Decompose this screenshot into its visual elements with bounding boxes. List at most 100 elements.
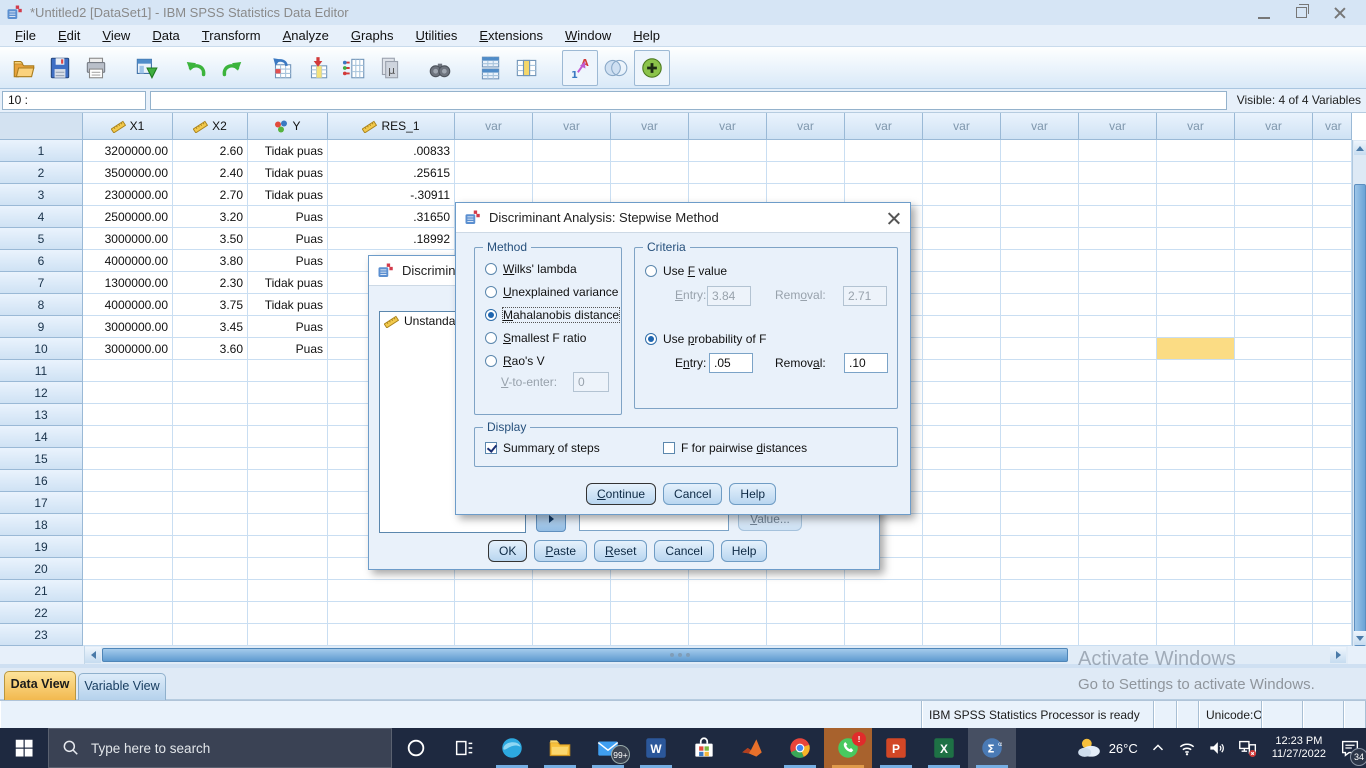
grid-cell[interactable] xyxy=(1001,426,1079,448)
taskbar-powerpoint-icon[interactable]: P xyxy=(872,728,920,768)
grid-cell[interactable] xyxy=(1001,602,1079,624)
grid-cell[interactable] xyxy=(455,140,533,162)
row-header[interactable]: 15 xyxy=(0,448,83,470)
grid-cell[interactable] xyxy=(1079,536,1157,558)
grid-cell[interactable] xyxy=(248,514,328,536)
f-removal-field[interactable]: 2.71 xyxy=(843,286,887,306)
row-header[interactable]: 4 xyxy=(0,206,83,228)
grid-cell[interactable] xyxy=(611,624,689,646)
radio-unexplained-variance[interactable]: Unexplained variance xyxy=(485,285,618,299)
grid-cell[interactable] xyxy=(1235,206,1313,228)
grid-cell[interactable]: 3.20 xyxy=(173,206,248,228)
grid-cell[interactable] xyxy=(767,162,845,184)
grid-cell[interactable] xyxy=(533,580,611,602)
grid-cell[interactable]: 4000000.00 xyxy=(83,250,173,272)
grid-cell[interactable] xyxy=(923,162,1001,184)
taskbar-explorer-icon[interactable] xyxy=(536,728,584,768)
column-header-var[interactable]: var xyxy=(767,113,845,140)
checkbox-f-for-pairwise-distances[interactable]: F for pairwise distances xyxy=(663,441,807,455)
radio-use-probability-of-f[interactable]: Use probability of F xyxy=(645,332,766,346)
grid-cell[interactable] xyxy=(1001,294,1079,316)
help-button[interactable]: Help xyxy=(729,483,776,505)
grid-cell[interactable] xyxy=(1079,250,1157,272)
row-header[interactable]: 5 xyxy=(0,228,83,250)
grid-cell[interactable] xyxy=(1313,558,1352,580)
grid-cell[interactable]: .18992 xyxy=(328,228,455,250)
grid-cell[interactable] xyxy=(173,580,248,602)
grid-cell[interactable]: 2500000.00 xyxy=(83,206,173,228)
grid-cell[interactable]: Tidak puas xyxy=(248,184,328,206)
scroll-down-button[interactable] xyxy=(1354,631,1366,645)
row-header[interactable]: 23 xyxy=(0,624,83,646)
grid-cell[interactable] xyxy=(248,624,328,646)
row-header[interactable]: 2 xyxy=(0,162,83,184)
grid-cell[interactable] xyxy=(1001,338,1079,360)
grid-cell[interactable] xyxy=(83,470,173,492)
grid-cell[interactable] xyxy=(1001,470,1079,492)
chevron-up-icon[interactable] xyxy=(1144,728,1172,768)
vertical-scrollbar[interactable] xyxy=(1352,140,1366,646)
toolbar-print-icon[interactable] xyxy=(78,50,114,86)
row-header[interactable]: 13 xyxy=(0,404,83,426)
grid-cell[interactable]: 1300000.00 xyxy=(83,272,173,294)
grid-cell[interactable] xyxy=(1235,558,1313,580)
toolbar-descriptives-icon[interactable]: μ xyxy=(372,50,408,86)
radio-mahalanobis-distance[interactable]: Mahalanobis distance xyxy=(485,308,619,322)
grid-cell[interactable] xyxy=(1079,338,1157,360)
grid-cell[interactable] xyxy=(1079,624,1157,646)
cell-reference[interactable]: 10 : xyxy=(2,91,146,110)
grid-cell[interactable] xyxy=(1001,404,1079,426)
grid-cell[interactable] xyxy=(845,602,923,624)
grid-cell[interactable] xyxy=(1313,316,1352,338)
grid-cell[interactable] xyxy=(1235,250,1313,272)
tab-data-view[interactable]: Data View xyxy=(4,671,76,700)
row-header[interactable]: 20 xyxy=(0,558,83,580)
grid-cell[interactable] xyxy=(83,624,173,646)
grid-cell[interactable] xyxy=(248,404,328,426)
grid-cell[interactable] xyxy=(1157,140,1235,162)
grid-cell[interactable] xyxy=(1157,162,1235,184)
column-header-var[interactable]: var xyxy=(923,113,1001,140)
grid-cell[interactable] xyxy=(1157,316,1235,338)
grid-cell[interactable] xyxy=(1313,580,1352,602)
toolbar-recall-dialogs-icon[interactable] xyxy=(128,50,164,86)
taskbar-store-icon[interactable] xyxy=(680,728,728,768)
grid-cell[interactable]: 3.45 xyxy=(173,316,248,338)
row-header[interactable]: 12 xyxy=(0,382,83,404)
toolbar-insert-variable-icon[interactable] xyxy=(508,50,544,86)
grid-cell[interactable] xyxy=(1001,228,1079,250)
menu-help[interactable]: Help xyxy=(622,26,671,45)
grid-cell[interactable] xyxy=(173,360,248,382)
grid-cell[interactable] xyxy=(845,624,923,646)
start-button[interactable] xyxy=(0,728,48,768)
row-header[interactable]: 8 xyxy=(0,294,83,316)
grid-cell[interactable] xyxy=(1001,448,1079,470)
toolbar-variables-icon[interactable] xyxy=(336,50,372,86)
taskbar-whatsapp-icon[interactable]: ! xyxy=(824,728,872,768)
column-header-var[interactable]: var xyxy=(611,113,689,140)
grid-cell[interactable] xyxy=(248,382,328,404)
grid-cell[interactable] xyxy=(1313,382,1352,404)
grid-cell[interactable] xyxy=(248,492,328,514)
taskbar-spss-icon[interactable]: Σα xyxy=(968,728,1016,768)
volume-icon[interactable] xyxy=(1202,728,1232,768)
grid-cell[interactable] xyxy=(1157,206,1235,228)
grid-cell[interactable] xyxy=(1079,602,1157,624)
grid-cell[interactable] xyxy=(1313,140,1352,162)
grid-cell[interactable] xyxy=(248,360,328,382)
grid-cell[interactable] xyxy=(1001,382,1079,404)
cortana-button[interactable] xyxy=(392,728,440,768)
grid-cell[interactable] xyxy=(1313,470,1352,492)
grid-cell[interactable] xyxy=(1235,426,1313,448)
row-header[interactable]: 18 xyxy=(0,514,83,536)
taskbar-word-icon[interactable]: W xyxy=(632,728,680,768)
grid-cell[interactable] xyxy=(1157,580,1235,602)
grid-cell[interactable] xyxy=(1235,140,1313,162)
grid-cell[interactable] xyxy=(173,492,248,514)
grid-cell[interactable] xyxy=(83,514,173,536)
grid-cell[interactable]: Tidak puas xyxy=(248,272,328,294)
taskbar-mail-icon[interactable]: 99+ xyxy=(584,728,632,768)
grid-cell[interactable] xyxy=(1079,514,1157,536)
grid-cell[interactable] xyxy=(248,448,328,470)
column-header-var[interactable]: var xyxy=(1001,113,1079,140)
